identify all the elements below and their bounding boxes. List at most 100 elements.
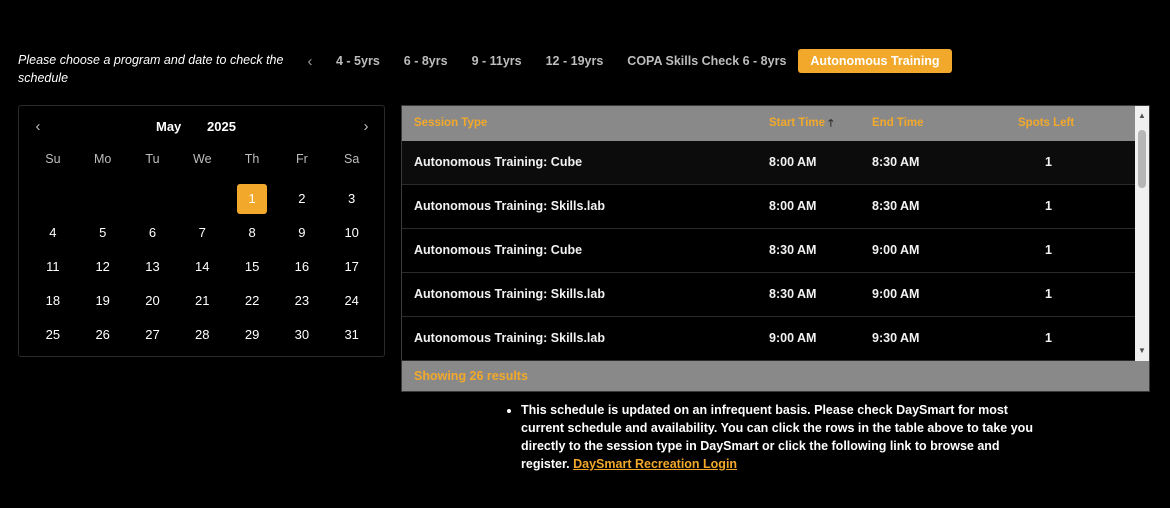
- calendar-day-23[interactable]: 23: [277, 284, 327, 318]
- empty-day-cell: [78, 182, 128, 216]
- cell-start-time: 8:00 AM: [769, 199, 817, 213]
- table-row[interactable]: Autonomous Training: Cube 8:00 AM 8:30 AM 1: [402, 141, 1136, 185]
- tab-12-19yrs[interactable]: 12 - 19yrs: [534, 49, 616, 73]
- day-number: 4: [49, 225, 57, 240]
- cell-session-type: Autonomous Training: Cube: [414, 243, 583, 257]
- calendar-grid: Su Mo Tu We Th Fr Sa 1 2 3 4 5 6 7 8 9 10 11 12 13 14 15 16 17 1…: [28, 148, 377, 352]
- weekday-label: Sa: [344, 152, 360, 166]
- header-start-time-label: Start Time: [769, 117, 826, 129]
- calendar-day-12[interactable]: 12: [78, 250, 128, 284]
- scroll-up-icon[interactable]: ▲: [1135, 109, 1149, 123]
- tab-9-11yrs[interactable]: 9 - 11yrs: [460, 49, 534, 73]
- calendar-day-20[interactable]: 20: [128, 284, 178, 318]
- schedule-notes: This schedule is updated on an infrequen…: [505, 401, 1050, 473]
- calendar-day-27[interactable]: 27: [128, 318, 178, 352]
- program-tabs: ‹ 4 - 5yrs 6 - 8yrs 9 - 11yrs 12 - 19yrs…: [300, 49, 952, 73]
- calendar-day-9[interactable]: 9: [277, 216, 327, 250]
- calendar-day-8[interactable]: 8: [227, 216, 277, 250]
- day-number: 24: [344, 293, 359, 308]
- day-number: 23: [294, 293, 310, 308]
- table-scrollbar[interactable]: ▲ ▼: [1135, 106, 1149, 361]
- cell-end-time: 8:30 AM: [872, 155, 920, 169]
- tab-6-8yrs[interactable]: 6 - 8yrs: [392, 49, 460, 73]
- day-number: 29: [244, 327, 260, 342]
- day-number: 6: [148, 225, 157, 240]
- cell-end-time: 9:00 AM: [872, 243, 920, 257]
- schedule-instructions: Please choose a program and date to chec…: [18, 53, 284, 85]
- header-start-time[interactable]: Start Time 🡑: [769, 106, 833, 141]
- calendar-year[interactable]: 2025: [207, 116, 236, 138]
- scrollbar-thumb[interactable]: [1138, 130, 1146, 188]
- calendar-day-2[interactable]: 2: [277, 182, 327, 216]
- day-number: 17: [344, 259, 359, 274]
- cell-session-type: Autonomous Training: Skills.lab: [414, 287, 605, 301]
- cell-session-type: Autonomous Training: Skills.lab: [414, 331, 605, 345]
- table-row[interactable]: Autonomous Training: Skills.lab 8:30 AM 9:…: [402, 273, 1136, 317]
- calendar-day-29[interactable]: 29: [227, 318, 277, 352]
- header-end-time[interactable]: End Time: [872, 106, 924, 141]
- calendar-day-21[interactable]: 21: [177, 284, 227, 318]
- calendar-day-15[interactable]: 15: [227, 250, 277, 284]
- day-number: 22: [244, 293, 260, 308]
- calendar-day-1[interactable]: 1: [227, 182, 277, 216]
- calendar-day-5[interactable]: 5: [78, 216, 128, 250]
- calendar-day-31[interactable]: 31: [327, 318, 377, 352]
- calendar-day-11[interactable]: 11: [28, 250, 78, 284]
- calendar-day-26[interactable]: 26: [78, 318, 128, 352]
- cell-start-time: 8:00 AM: [769, 155, 817, 169]
- sort-ascending-icon: 🡑: [828, 118, 834, 129]
- day-number: 12: [95, 259, 110, 274]
- day-number: 5: [99, 225, 107, 240]
- cell-spots-left: 1: [1045, 331, 1052, 345]
- weekday-label: Mo: [94, 152, 112, 166]
- day-number: 13: [145, 259, 160, 274]
- table-body: Autonomous Training: Cube 8:00 AM 8:30 AM 1…: [402, 141, 1136, 361]
- table-row[interactable]: Autonomous Training: Skills.lab 9:00 AM 9:…: [402, 317, 1136, 361]
- cell-end-time: 8:30 AM: [872, 199, 920, 213]
- calendar-day-18[interactable]: 18: [28, 284, 78, 318]
- day-number: 26: [95, 327, 110, 342]
- chevron-right-icon[interactable]: ›: [355, 116, 377, 138]
- header-session-type[interactable]: Session Type: [414, 106, 487, 141]
- calendar-month[interactable]: May: [156, 116, 181, 138]
- calendar-day-16[interactable]: 16: [277, 250, 327, 284]
- cell-spots-left: 1: [1045, 243, 1052, 257]
- calendar-day-28[interactable]: 28: [177, 318, 227, 352]
- cell-spots-left: 1: [1045, 155, 1052, 169]
- calendar-day-30[interactable]: 30: [277, 318, 327, 352]
- calendar-header: ‹ May 2025 ›: [19, 116, 384, 138]
- date-picker: ‹ May 2025 › Su Mo Tu We Th Fr Sa 1 2 3 4 5 6 7 8 9 10 11…: [18, 105, 385, 357]
- calendar-day-22[interactable]: 22: [227, 284, 277, 318]
- calendar-day-25[interactable]: 25: [28, 318, 78, 352]
- calendar-day-3[interactable]: 3: [327, 182, 377, 216]
- daysmart-login-link[interactable]: DaySmart Recreation Login: [573, 457, 737, 471]
- table-row[interactable]: Autonomous Training: Cube 8:30 AM 9:00 AM 1: [402, 229, 1136, 273]
- cell-start-time: 8:30 AM: [769, 287, 817, 301]
- header-spots-left[interactable]: Spots Left: [1018, 106, 1074, 141]
- calendar-day-17[interactable]: 17: [327, 250, 377, 284]
- cell-start-time: 9:00 AM: [769, 331, 817, 345]
- weekday-label: Fr: [295, 152, 308, 166]
- tab-copa-skills-check[interactable]: COPA Skills Check 6 - 8yrs: [615, 49, 798, 73]
- chevron-left-icon[interactable]: ‹: [27, 116, 49, 138]
- calendar-day-13[interactable]: 13: [128, 250, 178, 284]
- table-row[interactable]: Autonomous Training: Skills.lab 8:00 AM 8:…: [402, 185, 1136, 229]
- empty-day-cell: [128, 182, 178, 216]
- day-number: 28: [195, 327, 210, 342]
- calendar-day-10[interactable]: 10: [327, 216, 377, 250]
- scroll-down-icon[interactable]: ▼: [1135, 344, 1149, 358]
- calendar-day-19[interactable]: 19: [78, 284, 128, 318]
- day-number: 9: [298, 225, 306, 240]
- calendar-day-4[interactable]: 4: [28, 216, 78, 250]
- results-count: Showing 26 results: [402, 361, 1149, 391]
- day-number: 15: [244, 259, 260, 274]
- calendar-day-14[interactable]: 14: [177, 250, 227, 284]
- calendar-day-7[interactable]: 7: [177, 216, 227, 250]
- tab-4-5yrs[interactable]: 4 - 5yrs: [324, 49, 392, 73]
- calendar-day-6[interactable]: 6: [128, 216, 178, 250]
- tabs-prev-icon[interactable]: ‹: [300, 53, 320, 70]
- calendar-day-24[interactable]: 24: [327, 284, 377, 318]
- weekday-label: We: [193, 152, 212, 166]
- tab-autonomous-training[interactable]: Autonomous Training: [798, 49, 952, 73]
- day-number: 20: [145, 293, 160, 308]
